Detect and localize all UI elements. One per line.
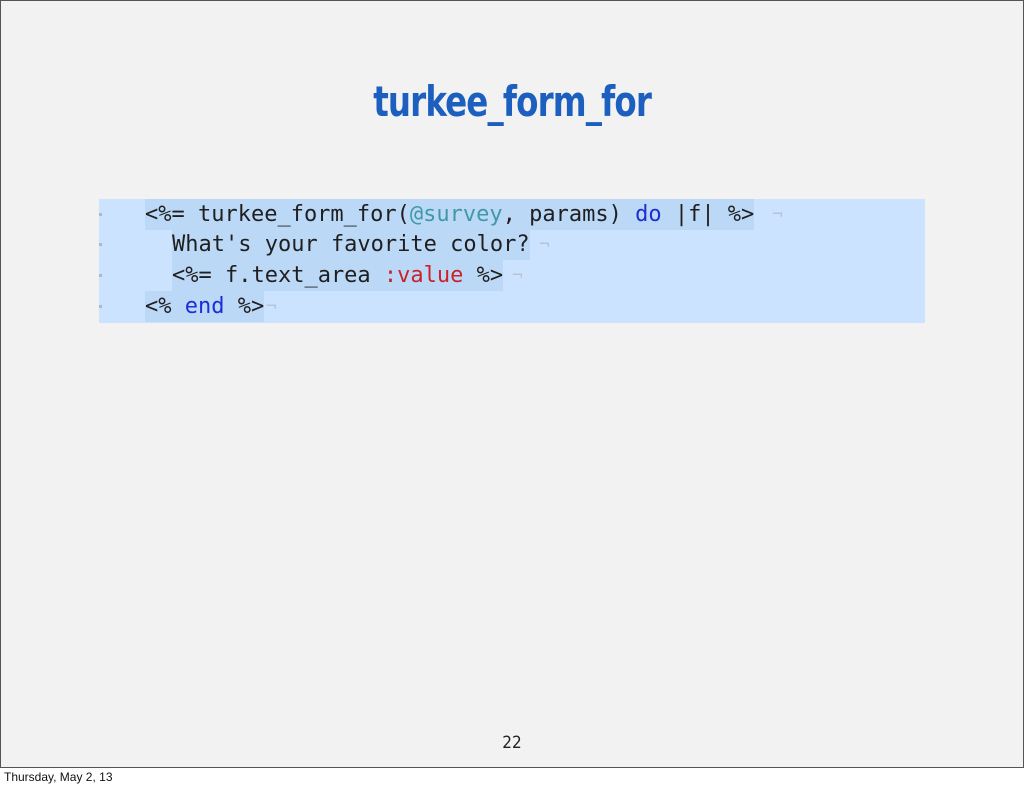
- code-erb-close: %>: [463, 263, 504, 288]
- end-of-line-icon: ¬: [772, 204, 783, 225]
- end-of-line-icon: ¬: [539, 234, 550, 255]
- slide-title: turkee_form_for: [373, 77, 652, 126]
- footer-date: Thursday, May 2, 13: [4, 770, 113, 784]
- code-snippet: <%= turkee_form_for(@survey, params) do …: [99, 199, 925, 323]
- slide: turkee_form_for <%= turkee_form_for(@sur…: [0, 0, 1024, 768]
- code-erb-close: %>: [224, 294, 265, 319]
- code-erb-open: <%: [145, 294, 185, 319]
- line-marker-icon: [99, 213, 102, 216]
- code-keyword-end: end: [184, 294, 225, 319]
- code-line-3: <%= f.text_area :value %> ¬: [99, 260, 925, 291]
- code-instance-variable: @survey: [409, 202, 503, 227]
- code-erb-close: |f| %>: [661, 202, 755, 227]
- end-of-line-icon: ¬: [266, 296, 277, 317]
- code-line-3-text: <%= f.text_area :value %>: [172, 260, 504, 291]
- end-of-line-icon: ¬: [512, 265, 523, 286]
- code-line-1-text: <%= turkee_form_for(@survey, params) do …: [145, 199, 755, 230]
- code-args: , params): [502, 202, 636, 227]
- page-number: 22: [502, 733, 522, 753]
- code-line-1: <%= turkee_form_for(@survey, params) do …: [99, 199, 925, 230]
- line-marker-icon: [99, 243, 102, 246]
- code-line-4-text: <% end %>: [145, 291, 265, 322]
- code-keyword-do: do: [635, 202, 662, 227]
- line-marker-icon: [99, 274, 102, 277]
- code-line-4: <% end %> ¬: [99, 291, 925, 322]
- code-line-2: What's your favorite color? ¬: [99, 229, 925, 260]
- line-marker-icon: [99, 305, 102, 308]
- code-erb-open: <%= f.text_area: [172, 263, 384, 288]
- code-erb-open: <%= turkee_form_for(: [145, 202, 410, 227]
- code-symbol: :value: [383, 263, 464, 288]
- code-line-2-text: What's your favorite color?: [172, 229, 530, 260]
